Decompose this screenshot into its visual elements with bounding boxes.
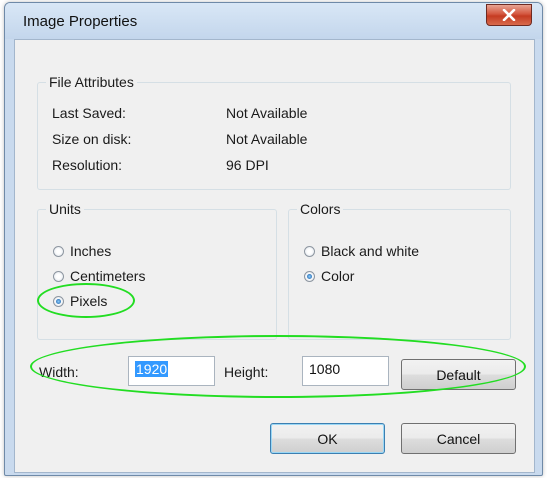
- radio-indicator: [53, 295, 64, 307]
- file-attributes-group: File Attributes Last Saved: Not Availabl…: [37, 74, 511, 190]
- close-icon: [502, 9, 516, 21]
- radio-indicator: [53, 270, 64, 282]
- title-bar: Image Properties: [5, 3, 542, 39]
- height-value: 1080: [309, 361, 341, 377]
- height-label: Height:: [224, 364, 269, 380]
- colors-group: Colors Black and white Color: [288, 201, 511, 340]
- ok-button[interactable]: OK: [270, 423, 385, 454]
- radio-color-label: Color: [321, 268, 355, 284]
- file-attributes-legend: File Attributes: [46, 74, 137, 90]
- radio-inches[interactable]: Inches: [53, 243, 111, 259]
- close-button[interactable]: [486, 4, 532, 26]
- radio-black-and-white-label: Black and white: [321, 243, 420, 259]
- units-group: Units Inches Centimeters Pixels: [37, 201, 277, 340]
- cancel-button[interactable]: Cancel: [401, 423, 516, 454]
- radio-indicator: [304, 245, 315, 257]
- colors-legend: Colors: [297, 201, 344, 217]
- resolution-value: 96 DPI: [226, 157, 269, 173]
- radio-black-and-white[interactable]: Black and white: [304, 243, 419, 259]
- resolution-label: Resolution:: [52, 157, 123, 173]
- default-button[interactable]: Default: [401, 359, 516, 390]
- height-input[interactable]: 1080: [302, 356, 389, 386]
- radio-pixels-label: Pixels: [70, 293, 108, 309]
- radio-indicator: [304, 270, 315, 282]
- size-on-disk-value: Not Available: [226, 131, 308, 147]
- radio-centimeters-label: Centimeters: [70, 268, 146, 284]
- width-input[interactable]: 1920: [128, 356, 215, 386]
- size-on-disk-label: Size on disk:: [52, 131, 132, 147]
- width-label: Width:: [39, 364, 79, 380]
- last-saved-value: Not Available: [226, 105, 308, 121]
- radio-pixels[interactable]: Pixels: [53, 293, 107, 309]
- image-properties-dialog: Image Properties File Attributes Last Sa…: [4, 2, 543, 476]
- radio-indicator: [53, 245, 64, 257]
- radio-color[interactable]: Color: [304, 268, 354, 284]
- radio-inches-label: Inches: [70, 243, 112, 259]
- units-legend: Units: [46, 201, 84, 217]
- last-saved-label: Last Saved:: [52, 105, 126, 121]
- dialog-body: File Attributes Last Saved: Not Availabl…: [14, 39, 535, 473]
- width-value: 1920: [135, 361, 169, 377]
- radio-centimeters[interactable]: Centimeters: [53, 268, 145, 284]
- dialog-title: Image Properties: [23, 13, 138, 30]
